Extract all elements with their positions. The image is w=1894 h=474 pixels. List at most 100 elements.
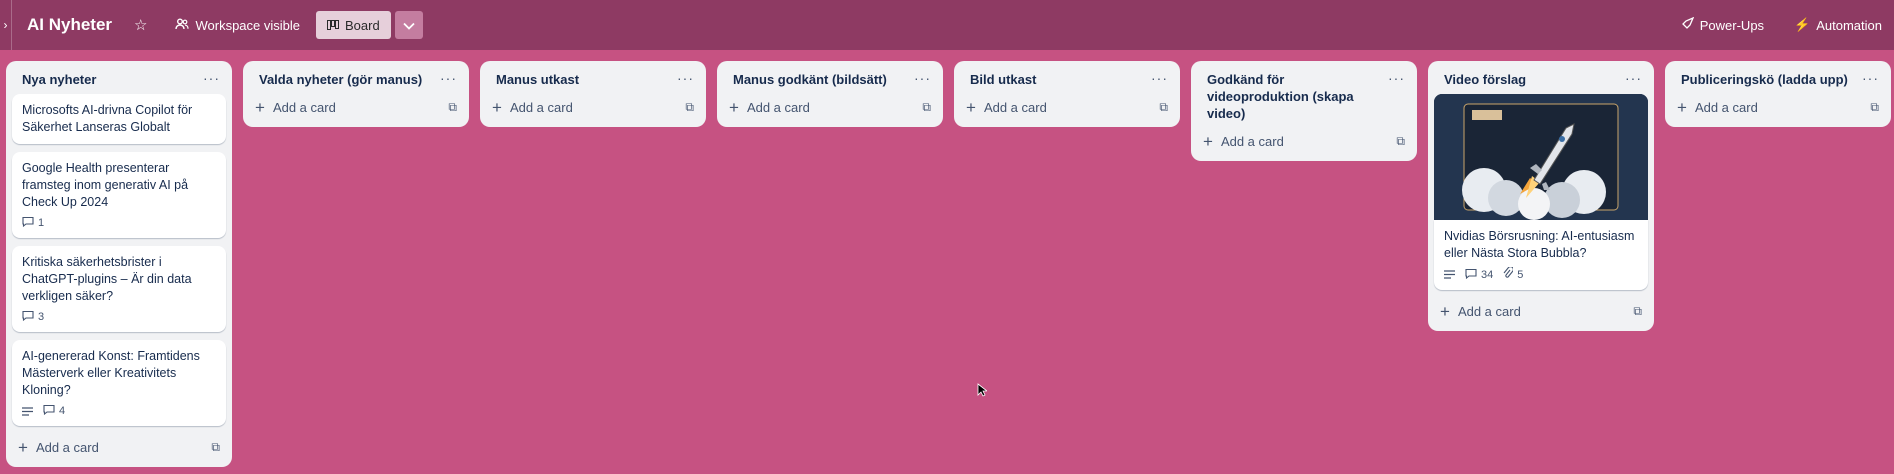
comment-count: 1 (38, 217, 45, 229)
plus-icon: + (966, 97, 976, 117)
add-card-button[interactable]: + Add a card ⧉ (1665, 94, 1891, 121)
board-title[interactable]: AI Nyheter (27, 15, 112, 35)
automation-button[interactable]: ⚡ Automation (1786, 11, 1890, 39)
comment-badge: 4 (43, 404, 65, 418)
board-header: › AI Nyheter ☆ Workspace visible Board P… (0, 0, 1894, 50)
list-menu-icon[interactable]: ··· (914, 71, 931, 85)
list-publiceringsko: Publiceringskö (ladda upp) ··· + Add a ca… (1665, 61, 1891, 127)
add-card-label: Add a card (35, 440, 99, 455)
card-cover-image[interactable] (1434, 94, 1648, 220)
card-template-icon[interactable]: ⧉ (211, 440, 220, 455)
plus-icon: + (18, 437, 28, 457)
card-template-icon[interactable]: ⧉ (1633, 304, 1642, 319)
description-icon (22, 406, 33, 416)
plus-icon: + (1440, 301, 1450, 321)
visibility-button[interactable]: Workspace visible (167, 12, 308, 39)
list-menu-icon[interactable]: ··· (203, 71, 220, 85)
add-card-button[interactable]: + Add a card ⧉ (480, 94, 706, 121)
card-template-icon[interactable]: ⧉ (1870, 100, 1879, 115)
add-card-label: Add a card (983, 100, 1047, 115)
add-card-label: Add a card (272, 100, 336, 115)
powerups-button[interactable]: Power-Ups (1673, 11, 1772, 39)
powerups-label: Power-Ups (1699, 17, 1765, 33)
add-card-label: Add a card (509, 100, 573, 115)
card-template-icon[interactable]: ⧉ (1396, 134, 1405, 149)
comment-badge: 34 (1465, 268, 1493, 282)
list-bild-utkast: Bild utkast ··· + Add a card ⧉ (954, 61, 1180, 127)
add-card-label: Add a card (1457, 304, 1521, 319)
comment-icon (43, 404, 55, 418)
list-title[interactable]: Video förslag (1444, 71, 1526, 88)
add-card-button[interactable]: + Add a card ⧉ (6, 434, 232, 461)
card-title: Nvidias Börsrusning: AI-entusiasm eller … (1444, 229, 1635, 260)
card[interactable]: Microsofts AI-drivna Copilot för Säkerhe… (12, 94, 226, 144)
list-menu-icon[interactable]: ··· (1388, 71, 1405, 85)
attachment-badge: 5 (1503, 266, 1524, 282)
plus-icon: + (729, 97, 739, 117)
list-title[interactable]: Nya nyheter (22, 71, 96, 88)
list-title[interactable]: Bild utkast (970, 71, 1036, 88)
comment-badge: 1 (22, 216, 44, 230)
list-title[interactable]: Manus godkänt (bildsätt) (733, 71, 887, 88)
chevron-down-icon (403, 18, 415, 33)
card-template-icon[interactable]: ⧉ (1159, 100, 1168, 115)
board-view-label: Board (345, 17, 380, 33)
list-manus-godkant: Manus godkänt (bildsätt) ··· + Add a card… (717, 61, 943, 127)
automation-label: Automation (1816, 17, 1882, 33)
view-dropdown-button[interactable] (394, 11, 423, 39)
list-menu-icon[interactable]: ··· (1625, 71, 1642, 85)
list-menu-icon[interactable]: ··· (440, 71, 457, 85)
comment-count: 34 (1481, 268, 1494, 281)
list-menu-icon[interactable]: ··· (1151, 71, 1168, 85)
board-view-button[interactable]: Board (316, 11, 391, 39)
card-title: Microsofts AI-drivna Copilot för Säkerhe… (22, 103, 193, 134)
visibility-label: Workspace visible (195, 17, 301, 33)
attachment-count: 5 (1517, 268, 1524, 281)
paperclip-icon (1503, 266, 1515, 282)
sidebar-expand-icon[interactable]: › (0, 0, 12, 50)
add-card-button[interactable]: + Add a card ⧉ (1428, 298, 1654, 325)
list-title[interactable]: Valda nyheter (gör manus) (259, 71, 422, 88)
add-card-label: Add a card (746, 100, 810, 115)
board-icon (327, 18, 340, 33)
card[interactable]: Kritiska säkerhetsbrister i ChatGPT-plug… (12, 246, 226, 332)
list-title[interactable]: Publiceringskö (ladda upp) (1681, 71, 1848, 88)
comment-icon (1465, 268, 1477, 282)
list-nya-nyheter: Nya nyheter ··· Microsofts AI-drivna Cop… (6, 61, 232, 467)
comment-icon (22, 310, 34, 324)
add-card-button[interactable]: + Add a card ⧉ (717, 94, 943, 121)
add-card-label: Add a card (1220, 134, 1284, 149)
list-title[interactable]: Godkänd för videoproduktion (skapa video… (1207, 71, 1388, 122)
list-video-forslag: Video förslag ··· Nvidias Börsrusning: A… (1428, 61, 1654, 331)
add-card-button[interactable]: + Add a card ⧉ (1191, 128, 1417, 155)
card[interactable]: AI-genererad Konst: Framtidens Mästerver… (12, 340, 226, 426)
plus-icon: + (492, 97, 502, 117)
description-icon (1444, 270, 1455, 279)
star-icon[interactable]: ☆ (126, 10, 155, 40)
plus-icon: + (1203, 131, 1213, 151)
comment-badge: 3 (22, 310, 44, 324)
mouse-cursor-icon (977, 383, 989, 400)
card-title: Google Health presenterar framsteg inom … (22, 161, 189, 209)
card-template-icon[interactable]: ⧉ (448, 100, 457, 115)
list-menu-icon[interactable]: ··· (677, 71, 694, 85)
lightning-icon: ⚡ (1794, 17, 1811, 32)
list-manus-utkast: Manus utkast ··· + Add a card ⧉ (480, 61, 706, 127)
add-card-button[interactable]: + Add a card ⧉ (954, 94, 1180, 121)
comment-count: 4 (59, 405, 66, 417)
list-godkand-videoproduktion: Godkänd för videoproduktion (skapa video… (1191, 61, 1417, 161)
list-title[interactable]: Manus utkast (496, 71, 579, 88)
people-icon (175, 18, 190, 33)
add-card-label: Add a card (1694, 100, 1758, 115)
comment-icon (22, 216, 34, 230)
comment-count: 3 (38, 311, 45, 323)
card[interactable]: Google Health presenterar framsteg inom … (12, 152, 226, 238)
add-card-button[interactable]: + Add a card ⧉ (243, 94, 469, 121)
plus-icon: + (255, 97, 265, 117)
card-template-icon[interactable]: ⧉ (685, 100, 694, 115)
list-menu-icon[interactable]: ··· (1862, 71, 1879, 85)
plus-icon: + (1677, 97, 1687, 117)
card[interactable]: Nvidias Börsrusning: AI-entusiasm eller … (1434, 220, 1648, 290)
card-title: AI-genererad Konst: Framtidens Mästerver… (22, 349, 200, 397)
card-template-icon[interactable]: ⧉ (922, 100, 931, 115)
